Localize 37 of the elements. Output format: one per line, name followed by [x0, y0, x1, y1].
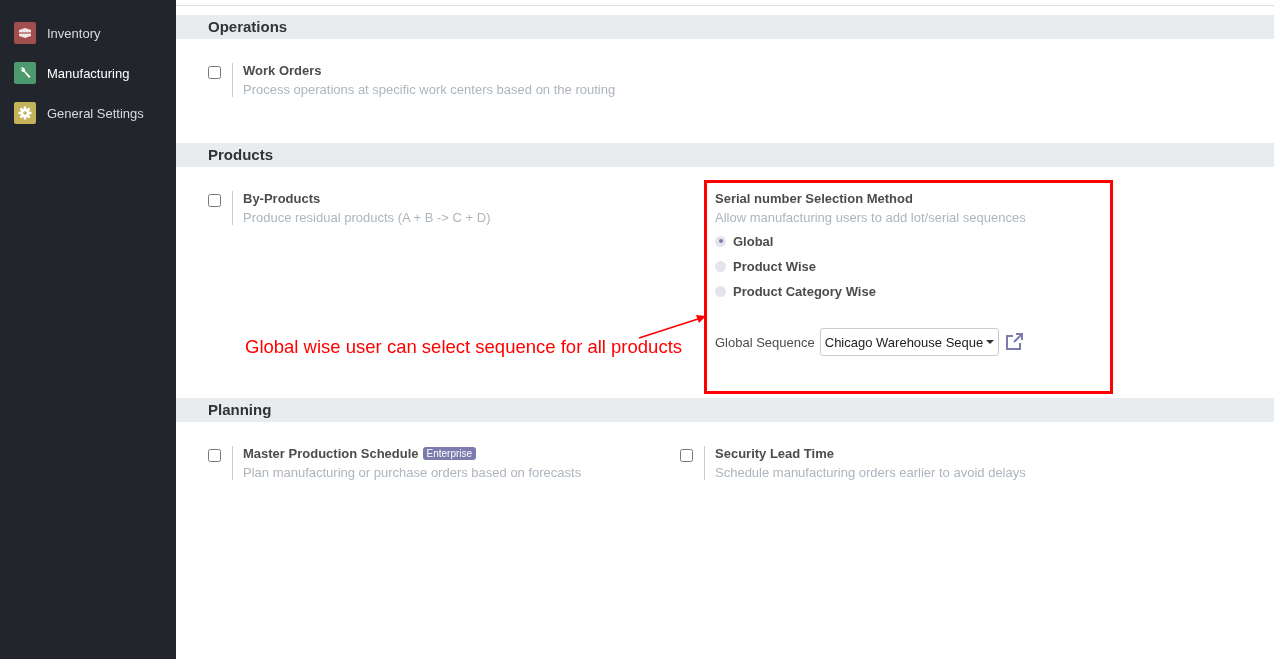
checkbox[interactable]: [680, 449, 693, 462]
radio-label: Product Category Wise: [733, 283, 876, 299]
caret-icon: [986, 340, 995, 344]
wrench-icon: [14, 62, 36, 84]
section-header: Operations: [176, 15, 1274, 39]
radio-option[interactable]: Global: [715, 232, 1026, 250]
sidebar-item[interactable]: Inventory: [0, 13, 176, 53]
external-link-icon[interactable]: [1004, 332, 1025, 352]
field-label: Global Sequence: [715, 334, 815, 350]
section-header: Products: [176, 143, 1274, 167]
radio-label: Product Wise: [733, 258, 816, 274]
setting-description: Process operations at specific work centers based on the routing: [243, 82, 616, 97]
checkbox[interactable]: [208, 449, 221, 462]
setting-title: Security Lead Time: [715, 446, 834, 461]
section-header: Planning: [176, 398, 1274, 422]
annotation-text: Global wise user can select sequence for all products: [245, 336, 683, 358]
enterprise-badge: Enterprise: [422, 447, 477, 460]
setting-title: Serial number Selection Method: [715, 191, 913, 206]
checkbox[interactable]: [208, 66, 221, 79]
radio-button[interactable]: [715, 260, 726, 272]
radio-button[interactable]: [715, 285, 726, 297]
radio-option[interactable]: Product Category Wise: [715, 282, 1026, 300]
radio-button[interactable]: [715, 235, 726, 247]
radio-label: Global: [733, 233, 774, 249]
setting-description: Plan manufacturing or purchase orders based on forecasts: [243, 465, 582, 480]
setting-description: Produce residual products (A + B -> C + D): [243, 210, 491, 225]
setting-description: Schedule manufacturing orders earlier to avoid delays: [715, 465, 1026, 480]
gear-icon: [14, 102, 36, 124]
setting-description: Allow manufacturing users to add lot/serial sequences: [715, 210, 1026, 225]
sidebar-item[interactable]: General Settings: [0, 93, 176, 133]
radio-option[interactable]: Product Wise: [715, 257, 1026, 275]
setting-title: Work Orders: [243, 63, 322, 78]
setting-title: By-Products: [243, 191, 321, 206]
setting-title: Master Production Schedule: [243, 446, 419, 461]
sequence-dropdown[interactable]: Chicago Warehouse Seque: [819, 328, 1000, 356]
box-icon: [14, 22, 36, 44]
checkbox[interactable]: [208, 194, 221, 207]
